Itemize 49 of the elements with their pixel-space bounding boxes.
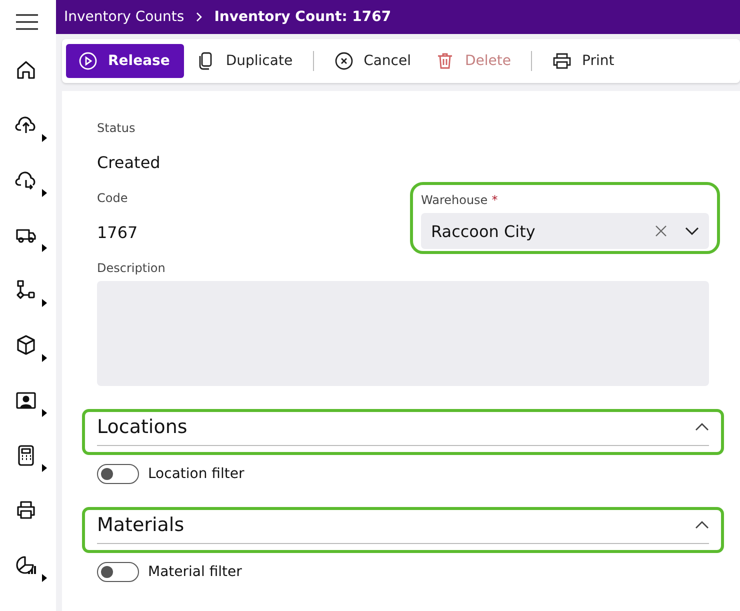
field-label: Description (97, 261, 166, 277)
toolbar-button[interactable]: Duplicate (184, 44, 305, 78)
home-icon[interactable] (15, 59, 37, 81)
breadcrumb-link[interactable]: Inventory Counts (64, 9, 184, 25)
chevron-up-icon[interactable] (695, 423, 709, 431)
printer-icon (552, 51, 572, 71)
clear-icon[interactable] (655, 225, 667, 237)
submenu-arrow-icon (42, 244, 47, 252)
chevron-up-icon[interactable] (695, 521, 709, 529)
toggle-label: Location filter (148, 466, 244, 482)
section-header[interactable]: Locations (85, 412, 721, 452)
return-icon[interactable] (15, 169, 37, 191)
printer-icon[interactable] (15, 499, 37, 521)
field-label: Status (97, 121, 136, 137)
toggle-switch[interactable] (97, 562, 139, 582)
menu-icon[interactable] (16, 14, 38, 30)
warehouse-select[interactable]: Raccoon City (421, 213, 709, 249)
field-label: Warehouse (421, 193, 488, 207)
flow-icon[interactable] (15, 279, 37, 301)
toolbar-button[interactable]: Print (540, 44, 626, 78)
box-icon[interactable] (15, 334, 37, 356)
section-header[interactable]: Materials (85, 510, 721, 550)
submenu-arrow-icon (42, 574, 47, 582)
field-value: 1767 (97, 222, 139, 244)
section-title: Locations (97, 416, 188, 438)
trash-icon (435, 51, 455, 71)
play-icon (78, 51, 98, 71)
field-label: Code (97, 191, 129, 207)
submenu-arrow-icon (42, 354, 47, 362)
person-icon[interactable] (15, 389, 37, 411)
chevron-down-icon[interactable] (685, 227, 699, 235)
field-value: Created (97, 152, 162, 174)
toggle-switch[interactable] (97, 464, 139, 484)
cancel-icon (334, 51, 354, 71)
required-mark: * (492, 193, 498, 207)
toolbar-button[interactable]: Release (66, 44, 184, 78)
page-title: Inventory Count: 1767 (214, 9, 392, 25)
submenu-arrow-icon (42, 409, 47, 417)
chart-icon[interactable] (15, 554, 37, 576)
submenu-arrow-icon (42, 464, 47, 472)
toolbar-button[interactable]: Cancel (322, 44, 423, 78)
submenu-arrow-icon (42, 189, 47, 197)
calculator-icon[interactable] (15, 444, 37, 466)
section-title: Materials (97, 514, 184, 536)
submenu-arrow-icon (42, 134, 47, 142)
submenu-arrow-icon (42, 299, 47, 307)
chevron-right-icon (196, 12, 202, 22)
upload-icon[interactable] (15, 114, 37, 136)
toggle-label: Material filter (148, 564, 242, 580)
